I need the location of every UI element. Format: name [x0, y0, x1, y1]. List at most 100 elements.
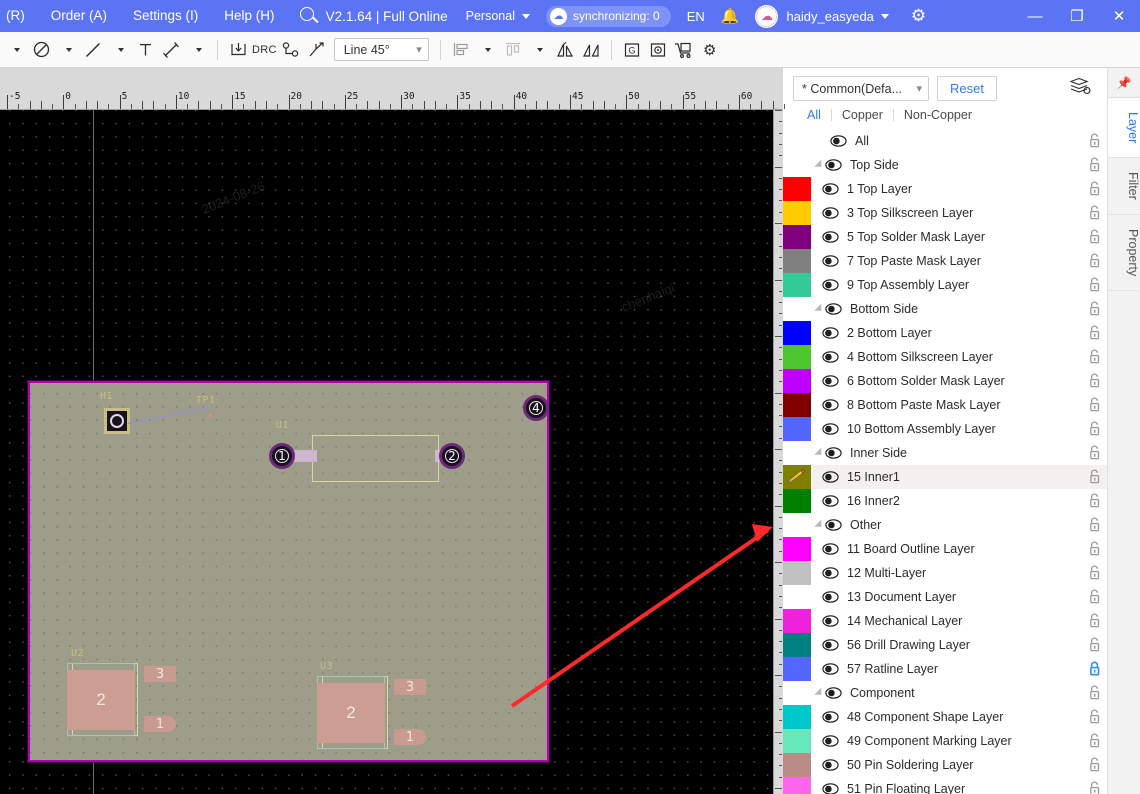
- username-label[interactable]: haidy_easyeda: [786, 9, 873, 24]
- sync-status-badge[interactable]: ☁ synchronizing: 0: [545, 5, 671, 27]
- layer-row[interactable]: 8 Bottom Paste Mask Layer: [783, 393, 1107, 417]
- layer-color-swatch[interactable]: [783, 489, 811, 513]
- layer-row[interactable]: 4 Bottom Silkscreen Layer: [783, 345, 1107, 369]
- eye-visibility-icon[interactable]: [819, 471, 841, 483]
- eye-visibility-icon[interactable]: [819, 495, 841, 507]
- layer-stack-icon[interactable]: [1069, 77, 1091, 100]
- layer-row[interactable]: 10 Bottom Assembly Layer: [783, 417, 1107, 441]
- layer-color-swatch[interactable]: [783, 705, 811, 729]
- layer-row[interactable]: All: [783, 129, 1107, 153]
- layer-color-swatch[interactable]: [783, 369, 811, 393]
- layer-color-swatch[interactable]: [783, 609, 811, 633]
- eye-visibility-icon[interactable]: [819, 255, 841, 267]
- pad-u3-3[interactable]: 3: [394, 679, 426, 695]
- pcb-canvas[interactable]: chenhaiqi 2024-08-26 H1 TP1 U1 1 2 4 U2 …: [0, 110, 773, 794]
- layer-color-swatch[interactable]: [783, 633, 811, 657]
- flip-horizontal-tool-icon[interactable]: [553, 37, 577, 63]
- lock-open-icon[interactable]: [1081, 229, 1107, 245]
- filter-tab-all[interactable]: All: [797, 108, 831, 122]
- layer-color-swatch[interactable]: [783, 273, 811, 297]
- layer-color-swatch[interactable]: [783, 393, 811, 417]
- layer-row[interactable]: 5 Top Solder Mask Layer: [783, 225, 1107, 249]
- layer-color-swatch[interactable]: [783, 249, 811, 273]
- window-restore-button[interactable]: ❐: [1056, 0, 1098, 32]
- layer-color-swatch[interactable]: [783, 177, 811, 201]
- account-type-selector[interactable]: Personal: [466, 9, 530, 23]
- testpoint-tp1[interactable]: [209, 414, 212, 417]
- layer-color-swatch[interactable]: [783, 657, 811, 681]
- settings-tool-icon[interactable]: ⚙: [698, 37, 722, 63]
- lock-open-icon[interactable]: [1081, 781, 1107, 794]
- bom-tool-icon[interactable]: [646, 37, 670, 63]
- lock-open-icon[interactable]: [1081, 445, 1107, 461]
- tab-layer[interactable]: Layer: [1108, 98, 1140, 159]
- lock-open-icon[interactable]: [1081, 685, 1107, 701]
- window-minimize-button[interactable]: —: [1014, 0, 1056, 32]
- layer-row[interactable]: 3 Top Silkscreen Layer: [783, 201, 1107, 225]
- layer-color-swatch[interactable]: [783, 585, 811, 609]
- through-hole-pad-u1-2[interactable]: 2: [439, 443, 465, 469]
- layer-config-select[interactable]: * Common(Defa... ▾: [793, 76, 929, 101]
- chevron-down-icon-user[interactable]: [880, 13, 889, 19]
- layer-row[interactable]: 11 Board Outline Layer: [783, 537, 1107, 561]
- lock-open-icon[interactable]: [1081, 637, 1107, 653]
- layer-group-row[interactable]: Component: [783, 681, 1107, 705]
- pcb-canvas-container[interactable]: -5 0 5 10 15 20 25 30 35 40 45 50 55 60 chenhaiqi 202…: [0, 68, 785, 794]
- layer-group-row[interactable]: Inner Side: [783, 441, 1107, 465]
- menu-item-order[interactable]: Order (A): [38, 0, 120, 32]
- mount-pad-h1[interactable]: [104, 408, 130, 434]
- bell-icon[interactable]: 🔔: [721, 7, 740, 25]
- lock-open-icon[interactable]: [1081, 613, 1107, 629]
- lock-open-icon[interactable]: [1081, 181, 1107, 197]
- layer-row[interactable]: 50 Pin Soldering Layer: [783, 753, 1107, 777]
- eye-visibility-icon[interactable]: [819, 663, 841, 675]
- dimension-tool-icon[interactable]: [159, 37, 183, 63]
- layer-color-swatch[interactable]: [783, 561, 811, 585]
- route-tool-icon[interactable]: [305, 37, 329, 63]
- filter-tab-copper[interactable]: Copper: [832, 108, 893, 122]
- reset-button[interactable]: Reset: [937, 76, 997, 101]
- route-mode-select[interactable]: Line 45° ▾: [333, 38, 429, 61]
- filter-tab-non-copper[interactable]: Non-Copper: [894, 108, 982, 122]
- language-selector[interactable]: EN: [687, 9, 705, 24]
- lock-open-icon[interactable]: [1081, 421, 1107, 437]
- import-tool-icon[interactable]: [226, 37, 250, 63]
- eye-visibility-icon[interactable]: [819, 711, 841, 723]
- eye-visibility-icon[interactable]: [819, 279, 841, 291]
- layer-row[interactable]: 13 Document Layer: [783, 585, 1107, 609]
- layer-color-swatch[interactable]: [783, 225, 811, 249]
- eye-visibility-icon[interactable]: [819, 207, 841, 219]
- layer-row[interactable]: 12 Multi-Layer: [783, 561, 1107, 585]
- layer-row[interactable]: 14 Mechanical Layer: [783, 609, 1107, 633]
- distribute-tool-icon[interactable]: [501, 37, 525, 63]
- layer-group-row[interactable]: Top Side: [783, 153, 1107, 177]
- lock-open-icon[interactable]: [1081, 349, 1107, 365]
- eye-visibility-icon[interactable]: [819, 351, 841, 363]
- select-tool-caret-icon[interactable]: [3, 37, 27, 63]
- line-tool-icon[interactable]: [81, 37, 105, 63]
- pad-u3-2[interactable]: 2: [317, 683, 385, 743]
- net-tool-icon[interactable]: [279, 37, 303, 63]
- lock-open-icon[interactable]: [1081, 565, 1107, 581]
- layer-row[interactable]: 57 Ratline Layer: [783, 657, 1107, 681]
- tab-filter[interactable]: Filter: [1108, 158, 1140, 216]
- layer-color-swatch[interactable]: [783, 201, 811, 225]
- layer-row[interactable]: 2 Bottom Layer: [783, 321, 1107, 345]
- eye-visibility-icon[interactable]: [819, 399, 841, 411]
- align-caret-icon[interactable]: [475, 37, 499, 63]
- layer-row[interactable]: 49 Component Marking Layer: [783, 729, 1107, 753]
- through-hole-pad-4[interactable]: 4: [523, 395, 549, 421]
- eye-visibility-icon[interactable]: [819, 543, 841, 555]
- cart-tool-icon[interactable]: [672, 37, 696, 63]
- eye-visibility-icon[interactable]: [827, 135, 849, 147]
- lock-open-icon[interactable]: [1081, 397, 1107, 413]
- active-layer-pencil-icon[interactable]: [783, 465, 811, 489]
- eye-visibility-icon[interactable]: [822, 159, 844, 171]
- eye-visibility-icon[interactable]: [819, 567, 841, 579]
- gear-icon[interactable]: ⚙: [911, 6, 926, 26]
- lock-open-icon[interactable]: [1081, 757, 1107, 773]
- layer-row[interactable]: 56 Drill Drawing Layer: [783, 633, 1107, 657]
- window-close-button[interactable]: ✕: [1098, 0, 1140, 32]
- dimension-caret-icon[interactable]: [185, 37, 209, 63]
- no-entry-caret-icon[interactable]: [55, 37, 79, 63]
